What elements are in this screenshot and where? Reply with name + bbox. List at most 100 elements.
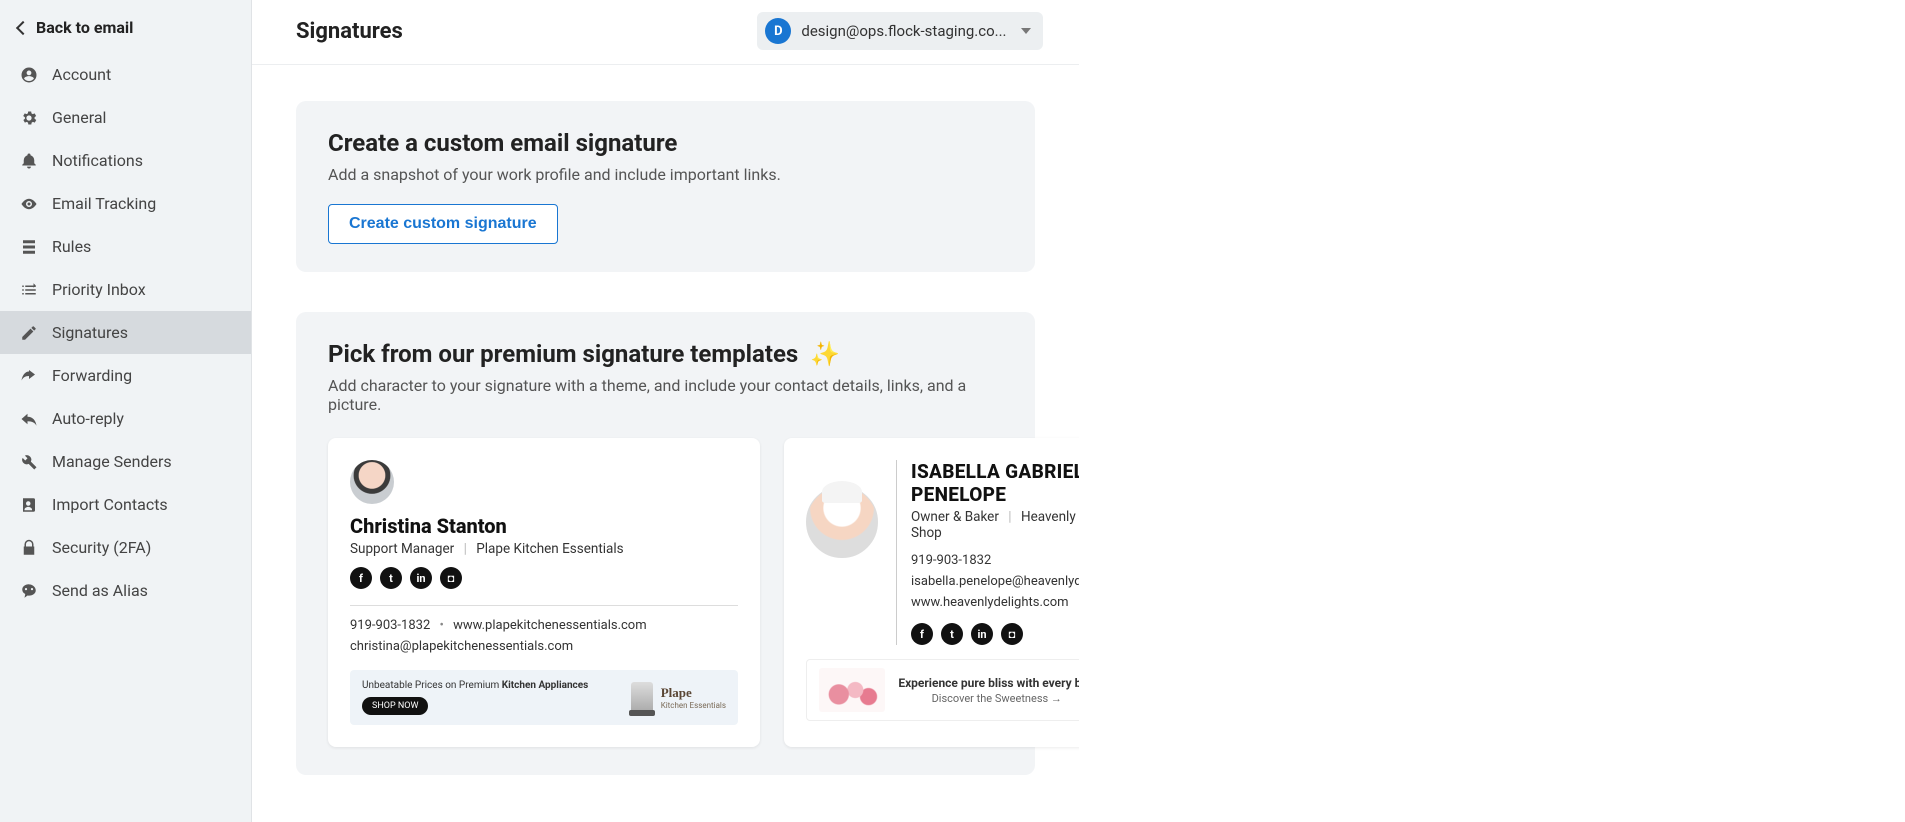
sidebar-item-label: Priority Inbox <box>52 280 146 299</box>
signature-template-2[interactable]: ISABELLA GABRIELLE PENELOPE Owner & Bake… <box>784 438 1079 747</box>
contacts-icon <box>20 496 38 514</box>
whitespace <box>1079 0 1905 822</box>
divider <box>350 605 738 606</box>
template2-name: ISABELLA GABRIELLE PENELOPE <box>911 460 1079 506</box>
main-content: Signatures D design@ops.flock-staging.co… <box>252 0 1079 822</box>
template1-website: www.plapekitchenessentials.com <box>453 618 647 633</box>
template2-top: ISABELLA GABRIELLE PENELOPE Owner & Bake… <box>806 460 1079 645</box>
separator: | <box>464 541 467 557</box>
template2-banner: Experience pure bliss with every bite Di… <box>806 659 1079 721</box>
page-header: Signatures D design@ops.flock-staging.co… <box>252 0 1079 65</box>
sidebar-item-rules[interactable]: Rules <box>0 225 251 268</box>
forward-icon <box>20 367 38 385</box>
sidebar-item-label: Security (2FA) <box>52 538 151 557</box>
template2-role: Owner & Baker <box>911 509 999 525</box>
template1-social-row: f t in ◘ <box>350 567 738 589</box>
sidebar-item-account[interactable]: Account <box>0 53 251 96</box>
template2-banner-line2: Discover the Sweetness → <box>897 692 1079 705</box>
sidebar-item-label: General <box>52 108 106 127</box>
bell-icon <box>20 152 38 170</box>
back-label: Back to email <box>36 18 133 37</box>
sidebar-item-auto-reply[interactable]: Auto-reply <box>0 397 251 440</box>
sidebar-item-send-as-alias[interactable]: Send as Alias <box>0 569 251 612</box>
template2-role-line: Owner & Baker | Heavenly Delights Bake S… <box>911 509 1079 541</box>
sidebar-item-label: Rules <box>52 237 91 256</box>
facebook-icon: f <box>350 567 372 589</box>
template1-company: Plape Kitchen Essentials <box>476 541 623 557</box>
page-title: Signatures <box>296 19 403 44</box>
sidebar-item-label: Email Tracking <box>52 194 156 213</box>
template1-role-line: Support Manager | Plape Kitchen Essentia… <box>350 541 738 557</box>
template2-banner-text: Experience pure bliss with every bite Di… <box>897 676 1079 705</box>
sparkle-icon: ✨ <box>810 340 840 368</box>
sidebar-item-label: Signatures <box>52 323 128 342</box>
sidebar-item-email-tracking[interactable]: Email Tracking <box>0 182 251 225</box>
dot-separator: • <box>439 618 443 633</box>
wrench-icon <box>20 453 38 471</box>
account-email: design@ops.flock-staging.co... <box>801 22 1006 40</box>
template1-avatar <box>350 460 394 504</box>
custom-signature-panel: Create a custom email signature Add a sn… <box>296 101 1035 272</box>
template2-contact-lines: 919-903-1832 isabella.penelope@heavenlyd… <box>911 551 1079 613</box>
template2-info: ISABELLA GABRIELLE PENELOPE Owner & Bake… <box>896 460 1079 645</box>
lock-icon <box>20 539 38 557</box>
template1-brand-block: Plape Kitchen Essentials <box>661 685 726 710</box>
template1-contact-line1: 919-903-1832 • www.plapekitchenessential… <box>350 616 738 637</box>
template1-name: Christina Stanton <box>350 514 738 538</box>
cupcakes-icon <box>819 668 885 712</box>
sidebar-item-label: Manage Senders <box>52 452 172 471</box>
instagram-icon: ◘ <box>1001 623 1023 645</box>
template2-phone: 919-903-1832 <box>911 551 1079 572</box>
chevron-down-icon <box>1021 28 1031 34</box>
priority-icon <box>20 281 38 299</box>
template1-banner-right: Plape Kitchen Essentials <box>631 682 726 712</box>
settings-sidebar: Back to email Account General Notificati… <box>0 0 252 822</box>
back-to-email[interactable]: Back to email <box>0 8 251 53</box>
template1-banner-left: Unbeatable Prices on Premium Kitchen App… <box>362 680 588 715</box>
templates-panel-title: Pick from our premium signature template… <box>328 340 1003 368</box>
instagram-icon: ◘ <box>440 567 462 589</box>
mask-icon <box>20 582 38 600</box>
sidebar-item-manage-senders[interactable]: Manage Senders <box>0 440 251 483</box>
sidebar-item-import-contacts[interactable]: Import Contacts <box>0 483 251 526</box>
signature-template-1[interactable]: Christina Stanton Support Manager | Plap… <box>328 438 760 747</box>
account-selector[interactable]: D design@ops.flock-staging.co... <box>757 12 1042 50</box>
sidebar-item-notifications[interactable]: Notifications <box>0 139 251 182</box>
premium-templates-panel: Pick from our premium signature template… <box>296 312 1035 775</box>
template2-website: www.heavenlydelights.com <box>911 593 1079 614</box>
template2-avatar <box>806 486 878 558</box>
eye-icon <box>20 195 38 213</box>
linkedin-icon: in <box>410 567 432 589</box>
template1-banner-text: Unbeatable Prices on Premium Kitchen App… <box>362 680 588 691</box>
content-scroll: Create a custom email signature Add a sn… <box>252 65 1079 822</box>
blender-icon <box>631 682 653 712</box>
sidebar-item-security-2fa[interactable]: Security (2FA) <box>0 526 251 569</box>
template1-brand: Plape <box>661 685 726 701</box>
templates-panel-subtitle: Add character to your signature with a t… <box>328 376 1003 414</box>
sidebar-item-label: Notifications <box>52 151 143 170</box>
gear-icon <box>20 109 38 127</box>
rules-icon <box>20 238 38 256</box>
user-circle-icon <box>20 66 38 84</box>
sidebar-item-signatures[interactable]: Signatures <box>0 311 251 354</box>
template1-brand-sub: Kitchen Essentials <box>661 701 726 710</box>
template1-role: Support Manager <box>350 541 454 557</box>
template1-email: christina@plapekitchenessentials.com <box>350 637 738 658</box>
template2-social-row: f t in ◘ <box>911 623 1079 645</box>
sidebar-item-forwarding[interactable]: Forwarding <box>0 354 251 397</box>
sidebar-item-priority-inbox[interactable]: Priority Inbox <box>0 268 251 311</box>
template2-email: isabella.penelope@heavenlydelights.com <box>911 572 1079 593</box>
create-custom-signature-button[interactable]: Create custom signature <box>328 204 558 244</box>
template1-phone: 919-903-1832 <box>350 618 430 633</box>
template1-banner: Unbeatable Prices on Premium Kitchen App… <box>350 670 738 725</box>
template1-shop-now: SHOP NOW <box>362 697 428 715</box>
separator: | <box>1008 509 1011 525</box>
twitter-icon: t <box>941 623 963 645</box>
sidebar-item-general[interactable]: General <box>0 96 251 139</box>
sidebar-item-label: Send as Alias <box>52 581 148 600</box>
reply-icon <box>20 410 38 428</box>
sidebar-item-label: Import Contacts <box>52 495 168 514</box>
templates-row: Christina Stanton Support Manager | Plap… <box>328 438 1003 747</box>
sidebar-item-label: Auto-reply <box>52 409 124 428</box>
twitter-icon: t <box>380 567 402 589</box>
